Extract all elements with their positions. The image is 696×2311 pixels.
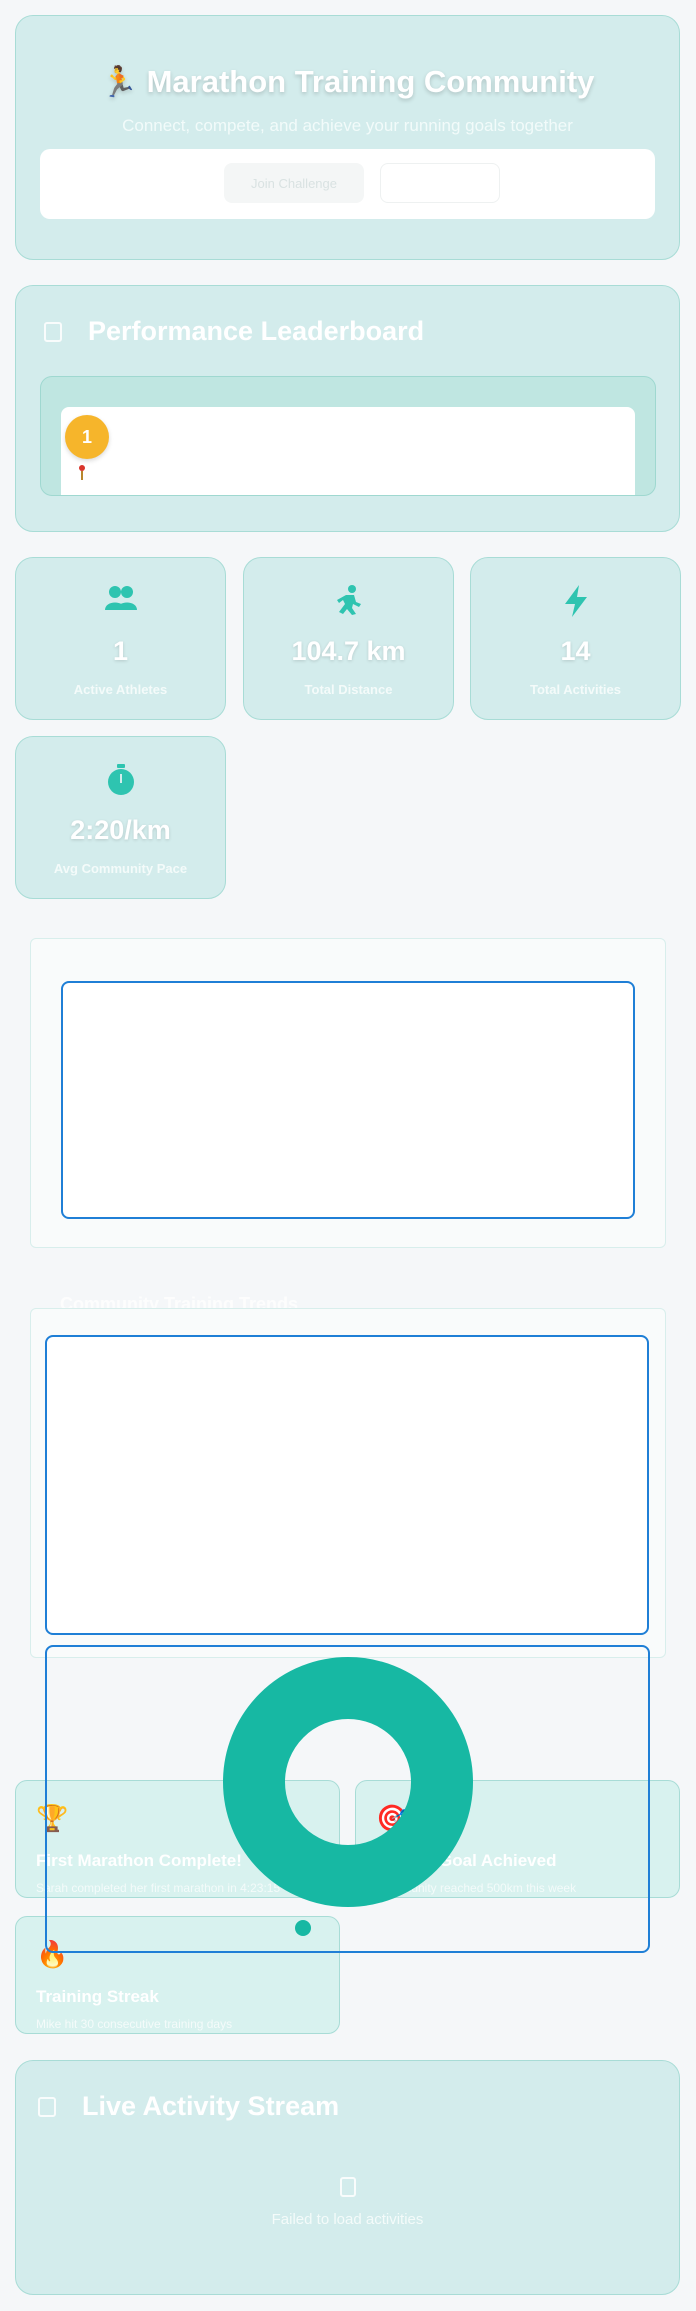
donut-chart [223,1657,473,1936]
donut-legend-dot [295,1920,311,1936]
stat-card-athletes: 1 Active Athletes [15,557,226,720]
leaderboard-title: Performance Leaderboard [88,316,425,346]
runner-icon [244,584,453,616]
trophy-icon [44,321,62,342]
join-challenge-button[interactable]: Join Challenge [224,163,364,203]
runner-icon: 🏃 [100,66,138,99]
stream-icon [38,2096,56,2117]
pin-icon [79,465,85,481]
page-title-text: Marathon Training Community [146,64,595,99]
leaderboard-card: Performance Leaderboard 1 Test Platform [15,285,680,532]
stopwatch-icon [16,763,225,797]
donut-ring [223,1657,473,1907]
users-icon [16,584,225,612]
secondary-action-button[interactable] [380,163,500,203]
hero-card: 🏃 Marathon Training Community Connect, c… [15,15,680,260]
donut-chart-frame [45,1645,650,1953]
achievement-title: Training Streak [36,1987,159,2006]
stat-card-distance: 104.7 km Total Distance [243,557,454,720]
stat-value: 1 [112,636,129,666]
stat-value: 14 [560,636,591,666]
stat-label: Active Athletes [73,682,168,697]
activity-stream-header: Live Activity Stream [38,2091,339,2122]
leaderboard-row[interactable]: 1 Test Platform [61,407,635,495]
activity-empty-message: Failed to load activities [271,2211,424,2228]
bolt-icon [471,584,680,618]
stat-card-activities: 14 Total Activities [470,557,681,720]
leaderboard-header: Performance Leaderboard [44,316,424,347]
stat-label: Total Distance [304,682,393,697]
page-subtitle: Connect, compete, and achieve your runni… [122,116,573,135]
achievement-desc: Mike hit 30 consecutive training days [36,2017,233,2031]
rank-badge: 1 [65,415,109,459]
rank-number: 1 [81,426,92,447]
activity-stream-card: Live Activity Stream Failed to load acti… [15,2060,680,2295]
chart-canvas-2 [45,1335,649,1635]
chart-panel-2 [30,1308,666,1658]
chart-panel-1 [30,938,666,1248]
activity-stream-title: Live Activity Stream [82,2091,340,2121]
page-title: 🏃 Marathon Training Community [16,64,679,100]
athlete-name: Test Platform [113,427,234,448]
stat-value: 104.7 km [291,636,406,666]
leaderboard-list: 1 Test Platform [40,376,656,496]
stat-label: Total Activities [529,682,622,697]
stat-value: 2:20/km [70,815,171,845]
action-bar: Join Challenge [40,149,655,219]
stat-label: Avg Community Pace [53,861,188,876]
warning-icon [340,2177,356,2197]
stat-card-pace: 2:20/km Avg Community Pace [15,736,226,899]
chart-canvas-1 [61,981,635,1219]
